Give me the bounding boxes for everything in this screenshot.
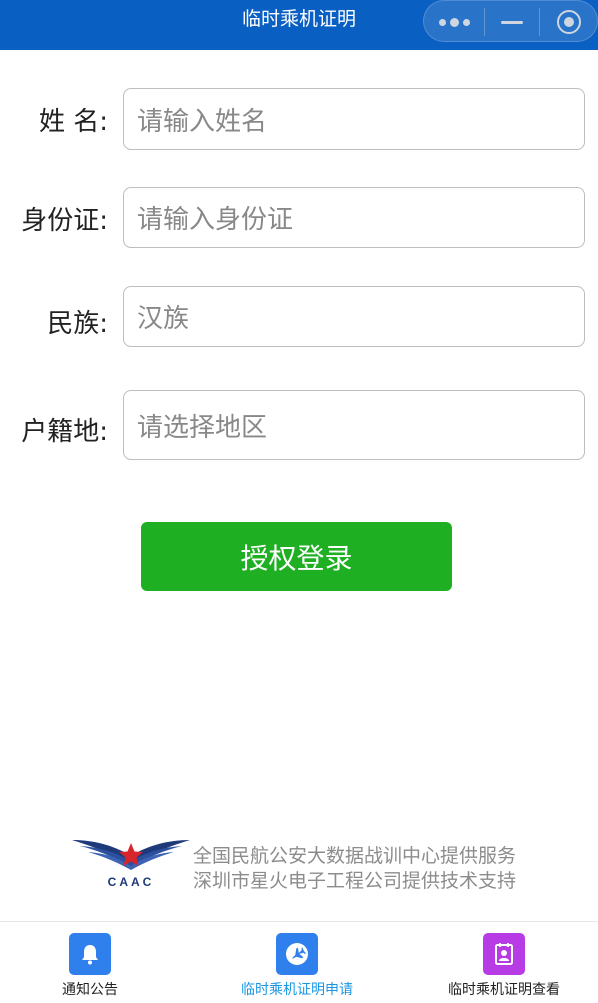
title-bar: 临时乘机证明 (0, 0, 598, 50)
more-options-button[interactable] (424, 1, 484, 43)
household-label: 户籍地: (21, 417, 108, 447)
id-card-label: 身份证: (21, 206, 108, 236)
name-input[interactable]: 请输入姓名 (123, 88, 585, 150)
tab-apply-label: 临时乘机证明申请 (241, 982, 353, 998)
tab-view-label: 临时乘机证明查看 (448, 982, 560, 998)
app-page: 临时乘机证明 姓 名: 请输入姓名 身份证: 请输入身份证 民族: 汉族 户籍地… (0, 0, 598, 1003)
tab-notices[interactable]: 通知公告 (30, 922, 150, 1003)
caac-logo: CAAC (72, 840, 190, 889)
tech-support-credit: 深圳市星火电子工程公司提供技术支持 (193, 870, 517, 892)
id-card-input[interactable]: 请输入身份证 (123, 187, 585, 248)
minimize-icon (500, 20, 523, 24)
caac-logo-text: CAAC (108, 875, 155, 889)
airplane-icon (276, 933, 318, 975)
household-select[interactable]: 请选择地区 (123, 390, 585, 460)
target-icon (557, 10, 581, 34)
mini-program-capsule (423, 0, 598, 42)
tab-view[interactable]: 临时乘机证明查看 (430, 922, 578, 1003)
ethnicity-select[interactable]: 汉族 (123, 286, 585, 347)
bottom-tab-bar: 通知公告 临时乘机证明申请 临时乘机证明查看 (0, 921, 598, 1003)
minimize-button[interactable] (484, 1, 539, 43)
service-credit: 全国民航公安大数据战训中心提供服务 (193, 845, 517, 867)
tab-notices-label: 通知公告 (62, 982, 118, 998)
bell-icon (69, 933, 111, 975)
close-button[interactable] (540, 1, 598, 43)
name-label: 姓 名: (38, 107, 108, 137)
ethnicity-label: 民族: (47, 309, 108, 339)
id-card-icon (483, 933, 525, 975)
authorize-login-button[interactable]: 授权登录 (141, 522, 452, 591)
tab-apply[interactable]: 临时乘机证明申请 (222, 922, 372, 1003)
